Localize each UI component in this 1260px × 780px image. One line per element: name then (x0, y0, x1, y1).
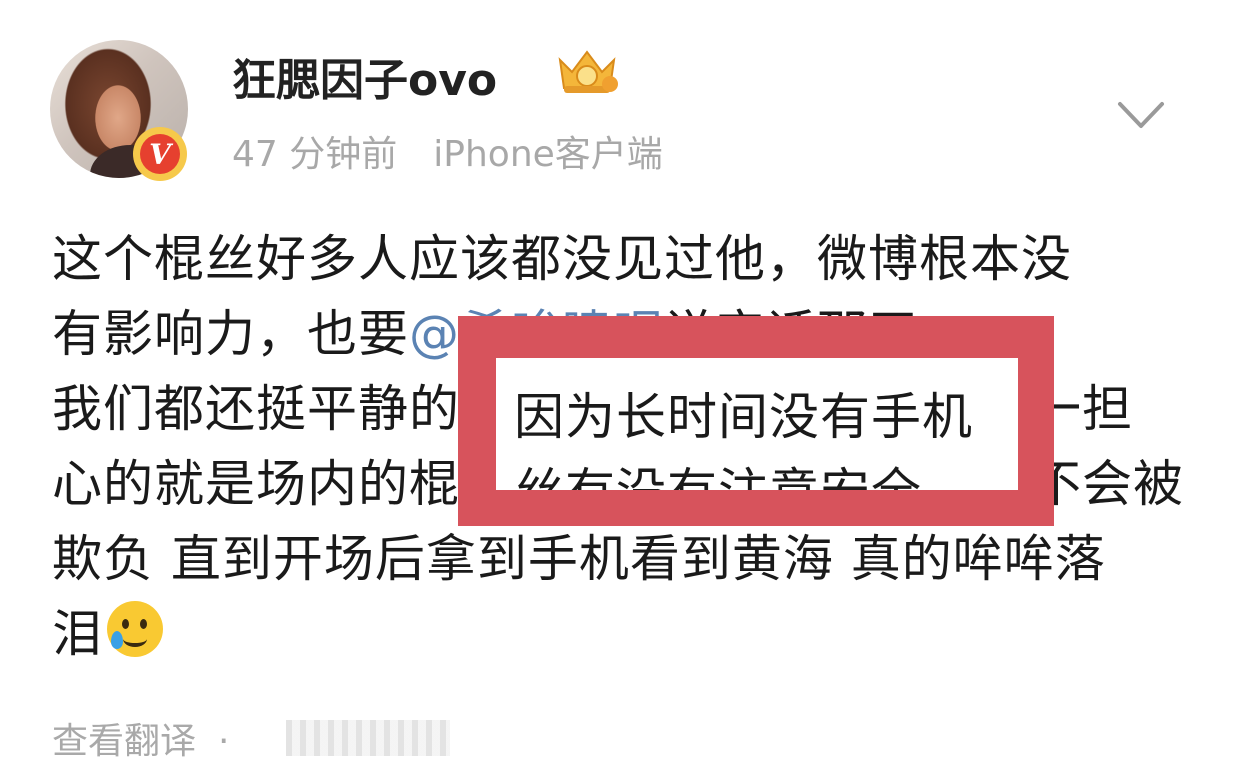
text-line: 欺负 直到开场后拿到手机看到黄海 真的哞哞落 (52, 530, 1106, 588)
chevron-down-icon[interactable] (1116, 98, 1166, 134)
post-footer: 查看翻译 · (52, 712, 249, 764)
highlight-line-1: 因为长时间没有手机 (514, 388, 973, 446)
text-line: 泪 (52, 597, 1222, 672)
blurred-placeholder (286, 720, 450, 756)
author-name[interactable]: 狂腮因子ovo (232, 44, 497, 108)
post-meta: 47 分钟前 iPhone客户端 (232, 125, 663, 177)
footer-separator: · (218, 721, 230, 762)
post-source: iPhone客户端 (433, 134, 663, 175)
highlight-line-2: 丝有没有注意安全 (514, 455, 973, 490)
highlight-box-inner: 因为长时间没有手机 丝有没有注意安全 (496, 358, 1018, 490)
post-time: 47 分钟前 (232, 134, 398, 175)
text-segment: 泪 (52, 605, 103, 663)
text-line: 这个棍丝好多人应该都没见过他，微博根本没 (52, 230, 1072, 288)
text-segment: 心的就是场内的棍 (52, 455, 460, 513)
crying-smile-emoji-icon (107, 601, 163, 657)
text-segment: 我们都还挺平静的 (52, 380, 460, 438)
translate-link[interactable]: 查看翻译 (52, 721, 196, 762)
verified-v-badge-icon: V (133, 127, 187, 181)
text-segment: 有影响力，也要 (52, 305, 409, 363)
gold-crown-badge-icon (558, 50, 618, 93)
verified-v-letter: V (140, 134, 180, 174)
highlight-text: 因为长时间没有手机 丝有没有注意安全 (514, 380, 973, 490)
